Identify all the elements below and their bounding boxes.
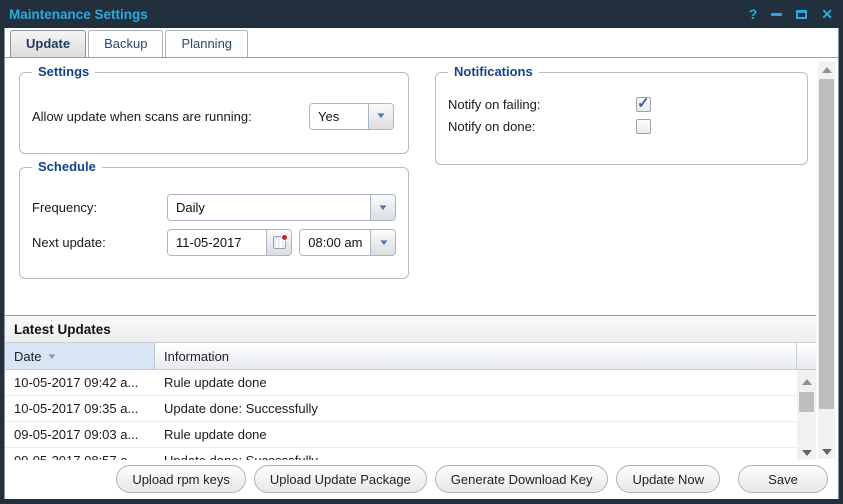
window-controls: ? ✕ [749,7,833,21]
settings-legend: Settings [32,64,95,79]
chevron-down-icon: ▼ [377,204,389,212]
column-header-information[interactable]: Information [155,343,797,369]
frequency-dropdown-trigger[interactable]: ▼ [370,195,395,220]
next-update-date-field[interactable]: 11-05-2017 [167,229,292,256]
upload-update-package-button[interactable]: Upload Update Package [254,465,427,493]
schedule-group: Schedule Frequency: Daily ▼ Next update: [19,167,409,279]
row-date: 09-05-2017 09:03 a... [5,427,155,442]
scroll-up-icon[interactable] [819,62,834,77]
row-date: 09-05-2017 08:57 a... [5,453,155,460]
content-scrollbar[interactable] [818,62,835,459]
allow-update-label: Allow update when scans are running: [32,109,252,124]
next-update-date-value: 11-05-2017 [168,230,266,255]
update-now-button[interactable]: Update Now [616,465,720,493]
column-header-filler [797,343,816,369]
settings-group: Settings Allow update when scans are run… [19,72,409,154]
update-tab-content: Settings Allow update when scans are run… [5,58,838,461]
frequency-value: Daily [168,195,370,220]
time-dropdown-trigger[interactable]: ▼ [370,230,395,255]
grid-body: 10-05-2017 09:42 a... Rule update done 1… [5,370,816,460]
grid-scrollbar-thumb[interactable] [799,392,814,412]
sort-down-icon: ▼ [47,352,58,361]
titlebar: Maintenance Settings ? ✕ [4,0,839,28]
frequency-select[interactable]: Daily ▼ [167,194,396,221]
chevron-down-icon: ▼ [375,112,387,120]
row-date: 10-05-2017 09:35 a... [5,401,155,416]
window-title: Maintenance Settings [9,7,148,22]
next-update-label: Next update: [32,235,167,250]
tab-bar: Update Backup Planning [5,28,838,58]
table-row[interactable]: 10-05-2017 09:42 a... Rule update done [5,370,797,396]
row-info: Update done: Successfully [155,401,797,416]
notifications-group: Notifications Notify on failing: ✓ Notif… [435,72,808,165]
latest-updates-title: Latest Updates [14,322,111,337]
notify-failing-label: Notify on failing: [448,97,636,112]
generate-download-key-button[interactable]: Generate Download Key [435,465,609,493]
next-update-time-value: 08:00 am [300,230,370,255]
groups-row: Settings Allow update when scans are run… [19,72,808,279]
date-picker-trigger[interactable] [266,230,291,255]
table-row[interactable]: 09-05-2017 08:57 a... Update done: Succe… [5,448,797,460]
allow-update-value: Yes [310,104,368,129]
notify-failing-checkbox[interactable]: ✓ [636,97,651,112]
window-body: Update Backup Planning Settings Allow up… [4,28,839,499]
save-button[interactable]: Save [738,465,828,493]
scroll-down-icon[interactable] [819,444,834,459]
row-date: 10-05-2017 09:42 a... [5,375,155,390]
latest-updates-header: Latest Updates [5,316,816,343]
allow-update-select[interactable]: Yes ▼ [309,103,394,130]
footer-button-bar: Upload rpm keys Upload Update Package Ge… [5,461,838,499]
content-scrollbar-thumb[interactable] [819,79,834,409]
latest-updates-panel: Latest Updates Date ▼ Information 1 [5,315,816,460]
tab-backup[interactable]: Backup [88,30,163,57]
allow-update-dropdown-trigger[interactable]: ▼ [368,104,393,129]
table-row[interactable]: 09-05-2017 09:03 a... Rule update done [5,422,797,448]
tab-update[interactable]: Update [10,30,86,57]
next-update-time-select[interactable]: 08:00 am ▼ [299,229,396,256]
row-info: Rule update done [155,375,797,390]
calendar-icon [273,236,286,249]
maximize-icon[interactable] [796,10,807,19]
notifications-legend: Notifications [448,64,539,79]
notify-done-checkbox[interactable] [636,119,651,134]
upload-rpm-keys-button[interactable]: Upload rpm keys [116,465,246,493]
close-icon[interactable]: ✕ [821,7,833,21]
scroll-down-icon[interactable] [799,445,814,460]
help-icon[interactable]: ? [749,7,758,21]
scroll-up-icon[interactable] [799,374,814,389]
schedule-legend: Schedule [32,159,102,174]
checkmark-icon: ✓ [637,94,650,112]
row-info: Update done: Successfully [155,453,797,460]
maintenance-settings-window: Maintenance Settings ? ✕ Update Backup P… [0,0,843,504]
frequency-label: Frequency: [32,200,167,215]
tab-planning[interactable]: Planning [165,30,248,57]
column-header-date[interactable]: Date ▼ [5,343,155,369]
table-row[interactable]: 10-05-2017 09:35 a... Update done: Succe… [5,396,797,422]
notify-done-label: Notify on done: [448,119,636,134]
row-info: Rule update done [155,427,797,442]
chevron-down-icon: ▼ [378,239,390,247]
grid-scrollbar[interactable] [797,370,816,460]
grid-column-headers: Date ▼ Information [5,343,816,370]
minimize-icon[interactable] [771,13,782,16]
